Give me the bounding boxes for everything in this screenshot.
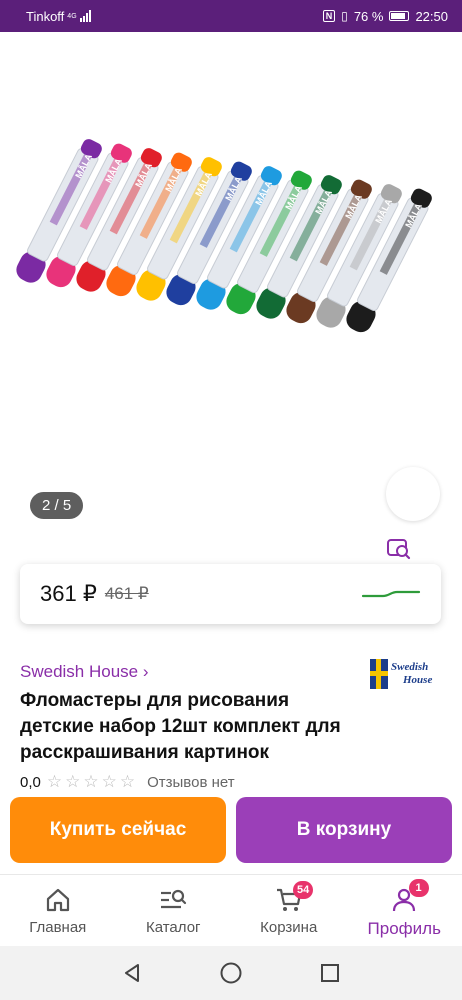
network-type: 4G — [67, 12, 77, 20]
home-circle-icon[interactable] — [219, 961, 243, 985]
rating-value: 0,0 — [20, 773, 41, 791]
back-icon[interactable] — [121, 962, 143, 984]
battery-percent: 76 % — [353, 8, 384, 24]
product-image: MÅLA MÅLA MÅLA MÅLA MÅLA MÅLA MÅLA MÅLA MÅLA MÅLA… — [16, 139, 432, 333]
add-to-cart-button[interactable]: В корзину — [236, 797, 452, 863]
battery-icon — [389, 11, 410, 21]
home-icon — [45, 885, 71, 915]
price-card[interactable]: 361 ₽ 461 ₽ — [20, 564, 441, 624]
image-search-icon — [387, 539, 411, 560]
nav-profile[interactable]: 1 Профиль — [347, 875, 462, 946]
signal-icon — [79, 10, 91, 22]
rating-row[interactable]: 0,0 ☆ ☆ ☆ ☆ ☆ Отзывов нет — [20, 772, 235, 792]
star-icon: ☆ — [101, 772, 117, 791]
nav-home-label: Главная — [29, 919, 87, 936]
profile-badge: 1 — [408, 879, 429, 897]
nav-catalog[interactable]: Каталог — [116, 875, 232, 946]
image-search-button[interactable] — [386, 467, 440, 560]
brand-link[interactable]: Swedish House › — [20, 662, 149, 682]
buy-now-button[interactable]: Купить сейчас — [10, 797, 226, 863]
price-trend-icon — [361, 590, 421, 598]
nav-cart[interactable]: 54 Корзина — [231, 875, 347, 946]
star-icon: ☆ — [83, 772, 99, 791]
nav-profile-label: Профиль — [367, 919, 441, 938]
brand-logo[interactable]: Swedish House — [370, 656, 442, 692]
clock: 22:50 — [415, 8, 448, 24]
old-price: 461 ₽ — [104, 584, 149, 603]
nfc-icon: N — [322, 10, 336, 22]
vibrate-icon: ▯ — [341, 9, 348, 23]
nav-cart-label: Корзина — [260, 919, 318, 936]
image-counter: 2 / 5 — [30, 492, 84, 519]
status-right: N ▯ 76 % 22:50 — [322, 8, 448, 24]
brand-flag-icon — [370, 659, 388, 689]
recents-icon[interactable] — [319, 962, 341, 984]
reviews-count: Отзывов нет — [147, 773, 235, 791]
star-icon: ☆ — [65, 772, 81, 791]
star-icon: ☆ — [46, 772, 63, 791]
cart-badge: 54 — [293, 881, 314, 899]
catalog-search-icon — [159, 885, 187, 915]
carrier-name: Tinkoff — [26, 8, 65, 24]
rating-stars: ☆ ☆ ☆ ☆ ☆ — [47, 772, 135, 792]
system-nav-bar — [0, 946, 462, 1000]
brand-logo-text: Swedish House — [391, 661, 433, 686]
product-title: Фломастеры для рисования детские набор 1… — [20, 690, 341, 763]
current-price: 361 ₽ — [40, 581, 97, 606]
bottom-nav: Главная Каталог 54 Корзина 1 Профиль — [0, 874, 462, 946]
star-icon: ☆ — [119, 772, 136, 791]
product-image-gallery[interactable]: MÅLA MÅLA MÅLA MÅLA MÅLA MÅLA MÅLA MÅLA MÅLA MÅLA… — [0, 32, 462, 560]
nav-home[interactable]: Главная — [0, 875, 116, 946]
status-left: Tinkoff 4G — [26, 9, 91, 24]
status-bar: Tinkoff 4G N ▯ 76 % 22:50 — [0, 0, 462, 32]
nav-catalog-label: Каталог — [145, 919, 201, 936]
